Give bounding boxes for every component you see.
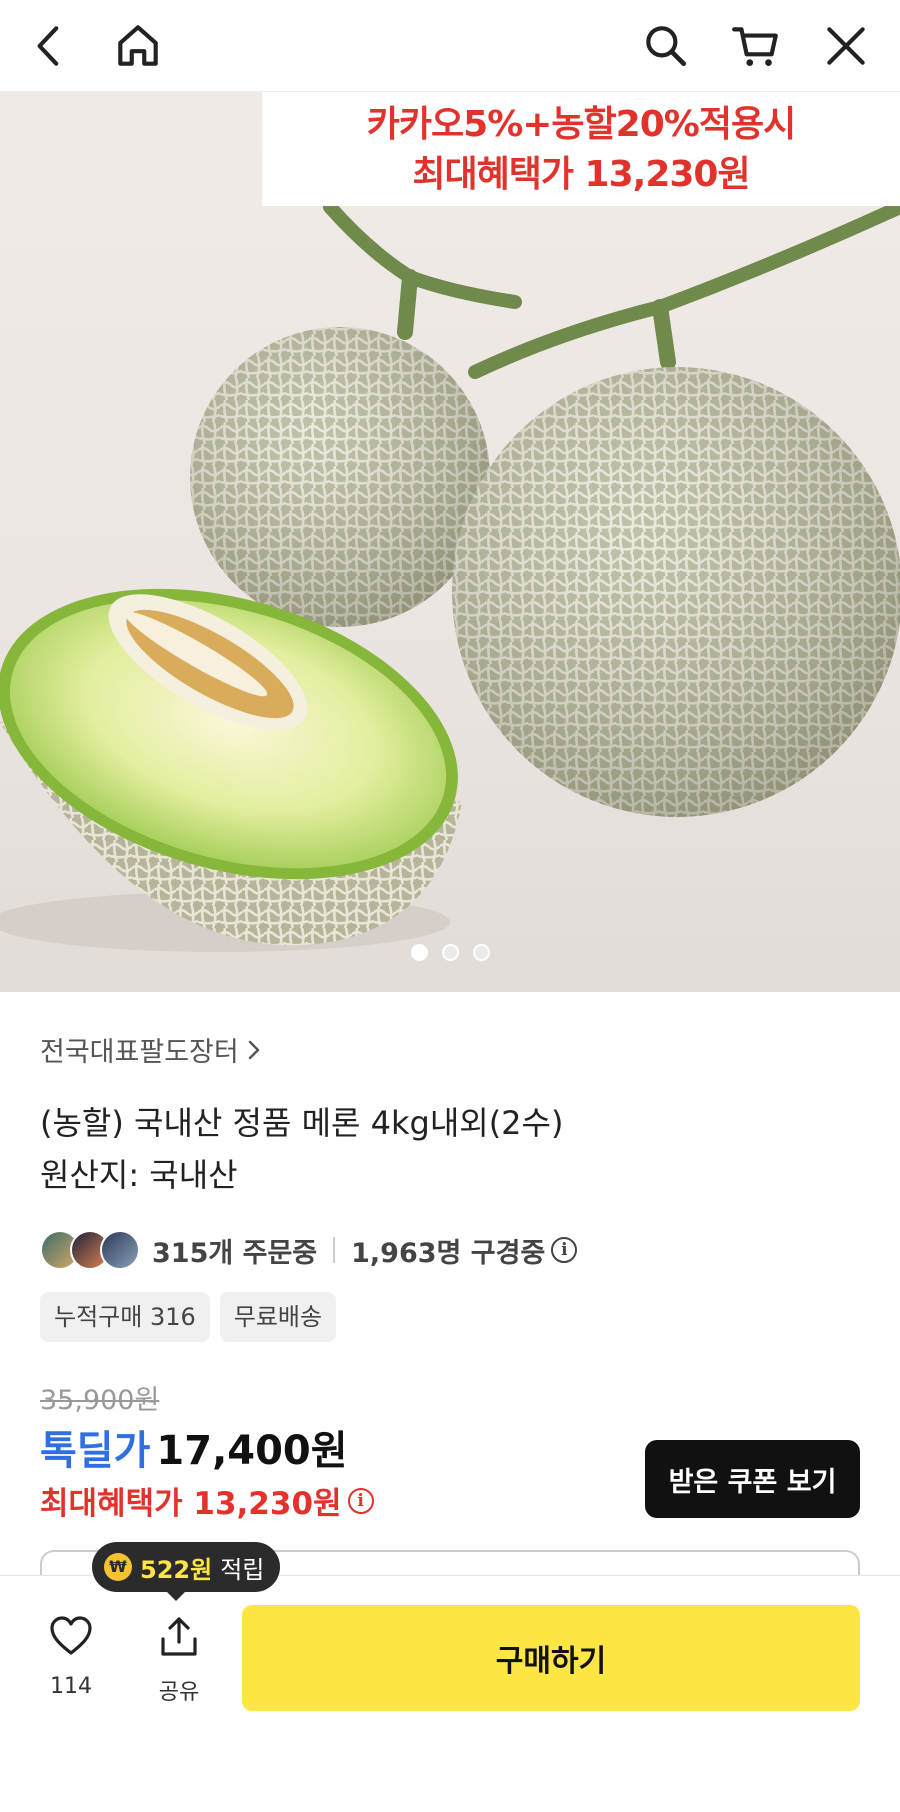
chevron-right-icon <box>248 1040 259 1059</box>
share-label: 공유 <box>158 1680 200 1705</box>
points-amount: 522원 <box>140 1555 213 1584</box>
share-button[interactable]: 공유 <box>134 1614 224 1706</box>
back-button[interactable] <box>20 16 80 76</box>
cart-icon <box>732 27 778 66</box>
chevron-left-icon <box>37 26 59 66</box>
product-tags: 누적구매 316 무료배송 <box>40 1292 337 1342</box>
order-count: 315개 주문중 <box>152 1237 318 1269</box>
carousel-indicator <box>0 944 900 961</box>
viewer-count: 1,963명 구경중 <box>351 1237 546 1269</box>
promo-line-1: 카카오5%+농할20%적용시 <box>366 104 796 145</box>
coin-icon: ₩ <box>104 1553 132 1581</box>
share-icon <box>161 1617 197 1656</box>
max-benefit-text: 최대혜택가 13,230원 <box>40 1486 342 1522</box>
home-button[interactable] <box>108 16 168 76</box>
home-icon <box>118 25 158 66</box>
coupon-button[interactable]: 받은 쿠폰 보기 <box>645 1440 860 1518</box>
product-title: (농할) 국내산 정품 메론 4kg내외(2수) <box>40 1104 564 1142</box>
product-image-carousel[interactable]: 카카오5%+농할20%적용시 최대혜택가 13,230원 <box>0 92 900 992</box>
avatar <box>100 1230 140 1270</box>
search-button[interactable] <box>636 16 696 76</box>
purchase-stats: 315개 주문중 1,963명 구경중 i <box>40 1228 578 1272</box>
bottom-action-bar: 114 공유 구매하기 <box>0 1575 900 1812</box>
close-button[interactable] <box>816 16 876 76</box>
promo-banner: 카카오5%+농할20%적용시 최대혜택가 13,230원 <box>262 92 900 206</box>
points-label: 적립 <box>220 1555 265 1584</box>
info-icon[interactable]: i <box>347 1487 374 1514</box>
heart-icon <box>50 1616 92 1655</box>
carousel-dot-1[interactable] <box>410 944 428 961</box>
promo-line-2: 최대혜택가 13,230원 <box>412 154 750 195</box>
cart-button[interactable] <box>726 16 786 76</box>
max-benefit-price: 최대혜택가 13,230원 i <box>40 1478 374 1523</box>
info-icon[interactable]: i <box>551 1237 578 1263</box>
original-price: 35,900원 <box>40 1385 160 1416</box>
tag-cumulative-purchase: 누적구매 316 <box>40 1292 210 1342</box>
product-origin: 원산지: 국내산 <box>40 1156 238 1194</box>
close-icon <box>827 27 865 65</box>
product-info: 전국대표팔도장터 (농할) 국내산 정품 메론 4kg내외(2수) 원산지: 국… <box>40 1030 860 1201</box>
buy-button[interactable]: 구매하기 <box>242 1605 860 1711</box>
points-tooltip: ₩ 522원 적립 <box>92 1542 281 1592</box>
buyer-avatars <box>40 1230 140 1270</box>
carousel-dot-2[interactable] <box>441 944 459 961</box>
melon-product-image <box>0 200 900 952</box>
carousel-dot-3[interactable] <box>472 944 490 961</box>
like-count: 114 <box>50 1674 92 1699</box>
divider <box>333 1237 336 1263</box>
deal-label: 톡딜가 <box>40 1428 151 1474</box>
deal-price-value: 17,400원 <box>156 1428 348 1474</box>
seller-name: 전국대표팔도장터 <box>40 1037 239 1068</box>
tag-free-shipping: 무료배송 <box>219 1292 337 1342</box>
seller-link[interactable]: 전국대표팔도장터 <box>40 1030 860 1069</box>
deal-price: 톡딜가 17,400원 <box>40 1418 348 1476</box>
top-navigation-bar <box>0 0 900 92</box>
like-button[interactable]: 114 <box>26 1614 116 1699</box>
tooltip-arrow <box>166 1591 186 1601</box>
search-icon <box>646 26 687 67</box>
